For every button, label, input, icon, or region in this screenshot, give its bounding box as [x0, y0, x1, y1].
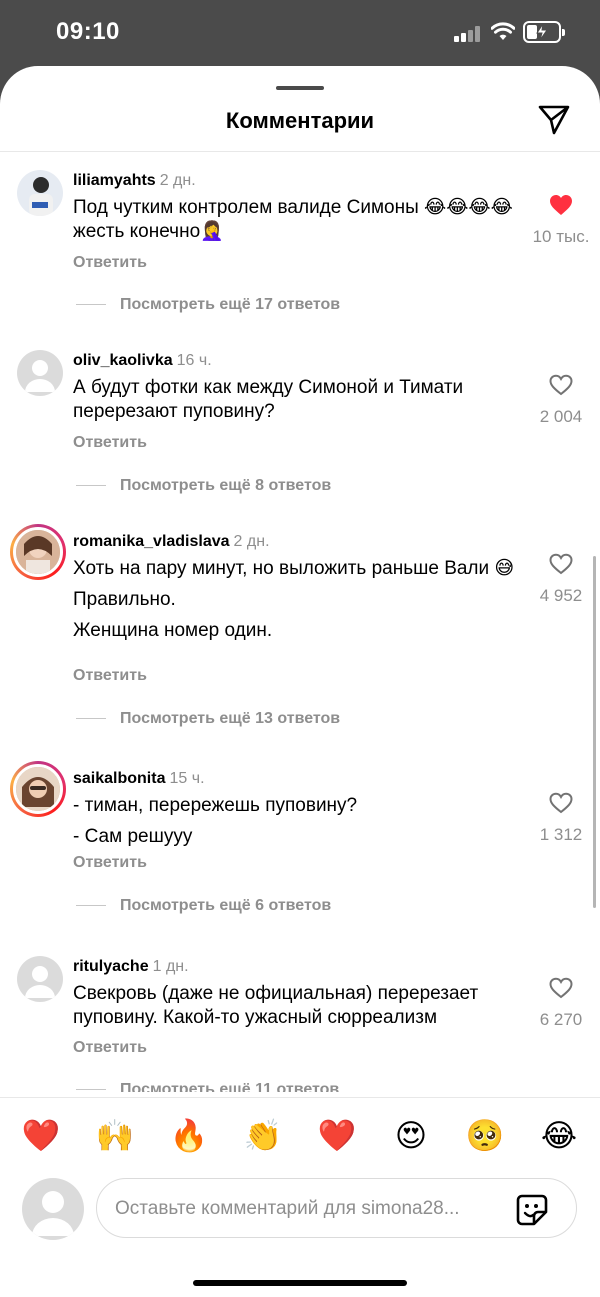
- reply-button[interactable]: Ответить: [73, 1039, 147, 1057]
- like-control[interactable]: 6 270: [521, 977, 600, 1030]
- avatar[interactable]: [17, 956, 63, 1002]
- comments-list[interactable]: liliamyahts 2 дн. Под чутким контролем ва…: [0, 152, 600, 1092]
- sticker-icon[interactable]: [516, 1194, 548, 1226]
- home-indicator: [193, 1280, 407, 1286]
- comment-text: А будут фотки как между Симоной и Тимати…: [73, 377, 464, 422]
- status-time: 09:10: [56, 18, 120, 45]
- like-count: 4 952: [539, 586, 583, 605]
- heart-outline-icon[interactable]: [549, 553, 573, 575]
- view-replies-button[interactable]: Посмотреть ещё 17 ответов: [76, 296, 340, 314]
- avatar[interactable]: [17, 350, 63, 396]
- like-control[interactable]: 1 312: [521, 792, 600, 845]
- heart-outline-icon[interactable]: [549, 977, 573, 999]
- cellular-signal-icon: [454, 26, 482, 42]
- view-replies-button[interactable]: Посмотреть ещё 13 ответов: [76, 710, 340, 728]
- comment-text: Свекровь (даже не официальная) перерезае…: [73, 983, 479, 1028]
- comment-username[interactable]: oliv_kaolivka 16 ч.: [73, 352, 212, 370]
- reply-button[interactable]: Ответить: [73, 854, 147, 872]
- comment-time: 1 дн.: [152, 958, 189, 975]
- reaction-tears-of-joy[interactable]: 😂: [537, 1115, 581, 1157]
- replies-line: [76, 905, 106, 907]
- heart-filled-icon[interactable]: [549, 194, 573, 216]
- comment-text: Хоть на пару минут, но выложить раньше В…: [73, 558, 515, 641]
- replies-line: [76, 1089, 106, 1091]
- comment-text: - тиман, перережешь пуповину? - Сам решу…: [73, 795, 358, 847]
- quick-reactions-bar: ❤️ 🙌 🔥 👏 ❤️ 😍 🥺 😂: [0, 1115, 600, 1157]
- avatar[interactable]: [10, 761, 66, 817]
- reaction-fire[interactable]: 🔥: [167, 1115, 211, 1157]
- comment-time: 16 ч.: [176, 352, 212, 369]
- battery-icon: [523, 21, 565, 43]
- like-count: 10 тыс.: [532, 227, 590, 246]
- view-replies-button[interactable]: Посмотреть ещё 8 ответов: [76, 477, 331, 495]
- reaction-heart[interactable]: ❤️: [315, 1115, 359, 1157]
- replies-line: [76, 304, 106, 306]
- comment-username[interactable]: liliamyahts 2 дн.: [73, 172, 196, 190]
- heart-outline-icon[interactable]: [549, 374, 573, 396]
- comment-input[interactable]: Оставьте комментарий для simona28...: [96, 1178, 577, 1238]
- comment-username[interactable]: saikalbonita 15 ч.: [73, 770, 205, 788]
- like-count: 1 312: [539, 825, 583, 844]
- heart-outline-icon[interactable]: [549, 792, 573, 814]
- view-replies-button[interactable]: Посмотреть ещё 6 ответов: [76, 897, 331, 915]
- like-control[interactable]: 2 004: [521, 374, 600, 427]
- current-user-avatar: [22, 1178, 84, 1240]
- send-icon[interactable]: [537, 104, 571, 136]
- reaction-clapping-hands[interactable]: 👏: [241, 1115, 285, 1157]
- reaction-pleading-face[interactable]: 🥺: [463, 1115, 507, 1157]
- reaction-red-heart[interactable]: ❤️: [19, 1115, 63, 1157]
- wifi-icon: [491, 22, 515, 40]
- reaction-heart-eyes[interactable]: 😍: [389, 1115, 433, 1157]
- replies-line: [76, 485, 106, 487]
- comment-time: 2 дн.: [159, 172, 196, 189]
- like-control[interactable]: 4 952: [521, 553, 600, 606]
- comment-input-placeholder: Оставьте комментарий для simona28...: [115, 1198, 460, 1219]
- sheet-title: Комментарии: [225, 108, 375, 133]
- reply-button[interactable]: Ответить: [73, 434, 147, 452]
- status-bar: 09:10: [0, 0, 600, 66]
- comment-time: 15 ч.: [169, 770, 205, 787]
- reply-button[interactable]: Ответить: [73, 667, 147, 685]
- sheet-grabber[interactable]: [276, 86, 324, 90]
- avatar[interactable]: [17, 170, 63, 216]
- comments-sheet: Комментарии liliamyahts 2 дн. Под чутким …: [0, 66, 600, 1297]
- like-count: 2 004: [539, 407, 583, 426]
- comment-text: Под чутким контролем валиде Симоны 😂😂😂😂 …: [73, 197, 513, 242]
- reaction-raised-hands[interactable]: 🙌: [93, 1115, 137, 1157]
- like-control[interactable]: 10 тыс.: [521, 194, 600, 247]
- composer-divider: [0, 1097, 600, 1098]
- reply-button[interactable]: Ответить: [73, 254, 147, 272]
- view-replies-button[interactable]: Посмотреть ещё 11 ответов: [76, 1081, 339, 1092]
- like-count: 6 270: [539, 1010, 583, 1029]
- scrollbar[interactable]: [593, 556, 596, 908]
- comment-username[interactable]: romanika_vladislava 2 дн.: [73, 533, 270, 551]
- comment-time: 2 дн.: [233, 533, 270, 550]
- avatar[interactable]: [10, 524, 66, 580]
- comment-username[interactable]: ritulyache 1 дн.: [73, 958, 189, 976]
- replies-line: [76, 718, 106, 720]
